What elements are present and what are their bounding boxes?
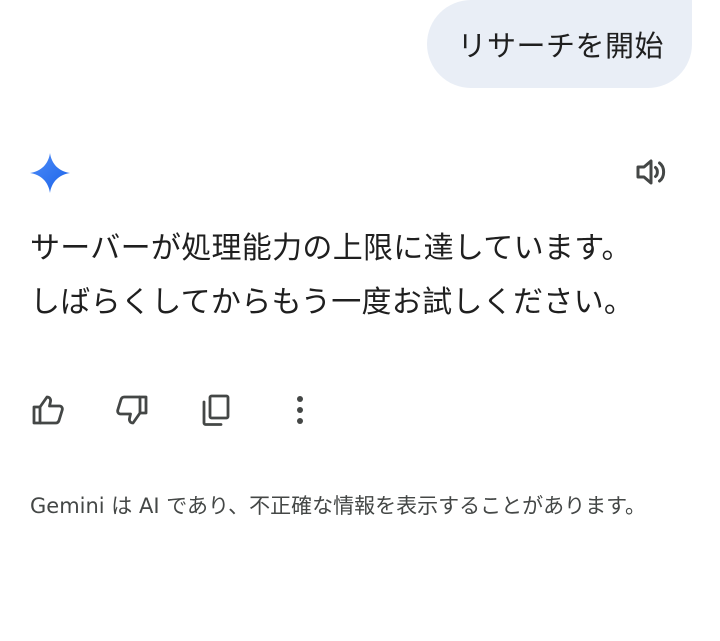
thumbs-down-button[interactable] [110,388,154,432]
user-message-text: リサーチを開始 [457,29,664,63]
chat-page: リサーチを開始 サーバーが処理能力の上限に達しています。 しばらくしてからもう一… [0,0,720,641]
response-line: しばらくしてからもう一度お試しください。 [30,285,635,320]
thumbs-up-button[interactable] [26,388,70,432]
volume-icon [636,159,666,185]
more-vert-icon [297,396,303,424]
thumbs-up-icon [32,395,64,425]
response-line: サーバーが処理能力の上限に達しています。 [30,231,632,266]
copy-icon [202,394,230,426]
gemini-sparkle-icon [30,153,70,193]
more-options-button[interactable] [278,388,322,432]
copy-button[interactable] [194,388,238,432]
response-actions [26,388,362,432]
disclaimer-text: Gemini は AI であり、不正確な情報を表示することがあります。 [30,494,647,518]
assistant-response: サーバーが処理能力の上限に達しています。 しばらくしてからもう一度お試しください… [30,222,700,330]
user-message-bubble: リサーチを開始 [427,0,692,88]
read-aloud-button[interactable] [629,150,673,194]
thumbs-down-icon [116,395,148,425]
